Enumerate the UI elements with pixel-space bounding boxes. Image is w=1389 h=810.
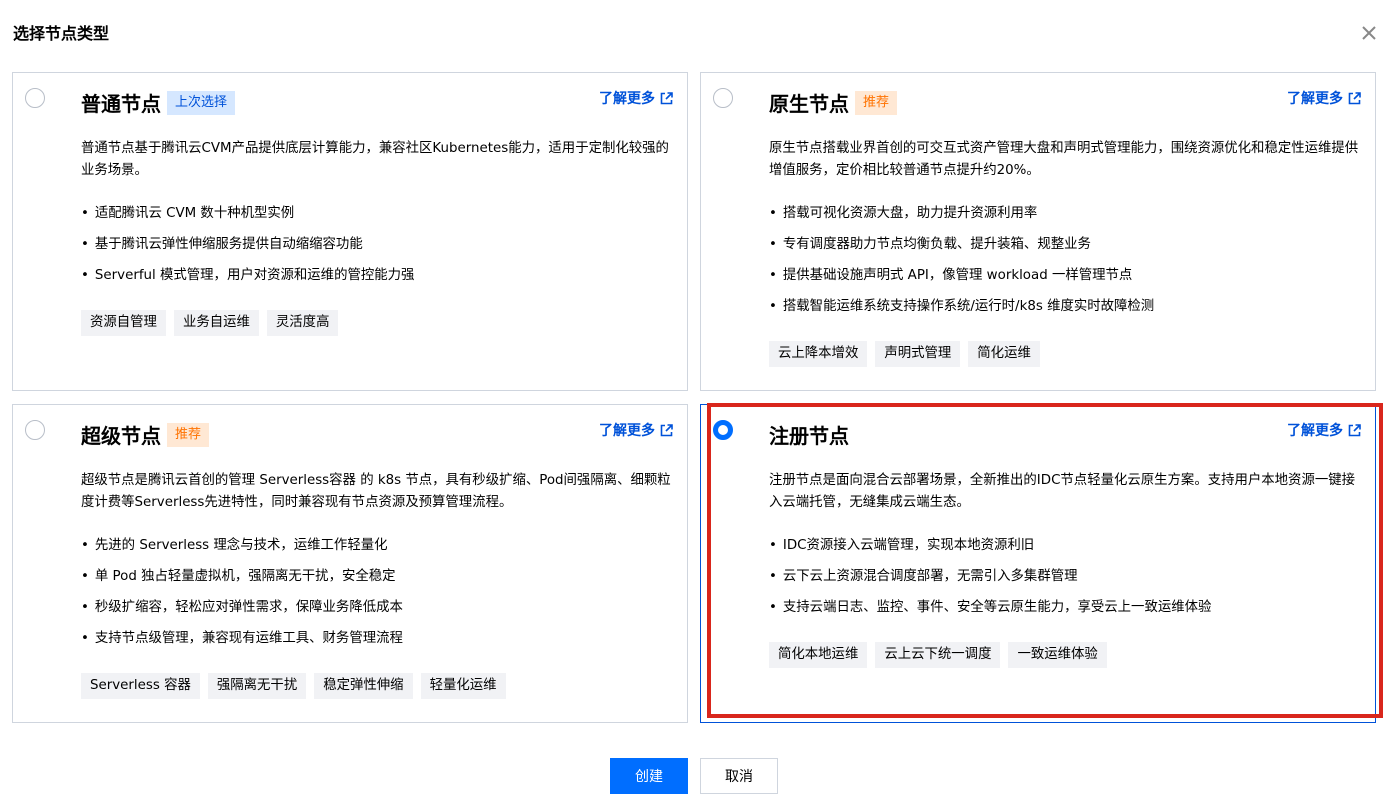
learn-more-label: 了解更多 <box>599 423 655 439</box>
learn-more-label: 了解更多 <box>599 91 655 107</box>
radio-normal[interactable] <box>25 88 45 108</box>
card-title: 普通节点 <box>81 92 161 116</box>
radio-super[interactable] <box>25 420 45 440</box>
cancel-button[interactable]: 取消 <box>700 758 778 794</box>
card-title: 注册节点 <box>769 424 849 448</box>
node-type-card-registered[interactable]: 注册节点 了解更多 注册节点是面向混合云部署场景，全新推出的IDC节点轻量化云原… <box>700 404 1376 723</box>
feature-tag: 简化运维 <box>968 341 1040 367</box>
last-selected-badge: 上次选择 <box>167 90 236 115</box>
feature-tag: 云上降本增效 <box>769 341 868 367</box>
feature-bullet: 单 Pod 独占轻量虚拟机，强隔离无干扰，安全稳定 <box>81 561 675 592</box>
learn-more-link[interactable]: 了解更多 <box>599 420 673 440</box>
feature-bullet: 搭载智能运维系统支持操作系统/运行时/k8s 维度实时故障检测 <box>769 291 1363 322</box>
external-link-icon <box>660 423 673 436</box>
create-button[interactable]: 创建 <box>610 758 688 794</box>
feature-tag: 声明式管理 <box>875 341 961 367</box>
learn-more-link[interactable]: 了解更多 <box>1287 88 1361 108</box>
feature-tag: Serverless 容器 <box>81 673 200 699</box>
card-description: 超级节点是腾讯云首创的管理 Serverless容器 的 k8s 节点，具有秒级… <box>81 473 671 510</box>
learn-more-link[interactable]: 了解更多 <box>1287 420 1361 440</box>
feature-bullet: 支持节点级管理，兼容现有运维工具、财务管理流程 <box>81 623 675 654</box>
learn-more-label: 了解更多 <box>1287 423 1343 439</box>
feature-bullet: 适配腾讯云 CVM 数十种机型实例 <box>81 198 675 229</box>
feature-bullet: IDC资源接入云端管理，实现本地资源利旧 <box>769 530 1363 561</box>
feature-bullet: 先进的 Serverless 理念与技术，运维工作轻量化 <box>81 530 675 561</box>
card-description: 原生节点搭载业界首创的可交互式资产管理大盘和声明式管理能力，围绕资源优化和稳定性… <box>769 141 1359 178</box>
feature-tag: 强隔离无干扰 <box>207 673 307 699</box>
radio-registered[interactable] <box>713 420 733 440</box>
feature-tag: 简化本地运维 <box>769 642 868 668</box>
external-link-icon <box>660 91 673 104</box>
learn-more-label: 了解更多 <box>1287 91 1343 107</box>
card-description: 注册节点是面向混合云部署场景，全新推出的IDC节点轻量化云原生方案。支持用户本地… <box>769 473 1356 510</box>
card-title: 超级节点 <box>81 424 161 448</box>
feature-tag: 业务自运维 <box>173 310 259 336</box>
feature-bullet: 搭载可视化资源大盘，助力提升资源利用率 <box>769 198 1363 229</box>
close-icon[interactable] <box>1358 22 1380 44</box>
feature-bullet: 支持云端日志、监控、事件、安全等云原生能力，享受云上一致运维体验 <box>769 592 1363 623</box>
dialog-title: 选择节点类型 <box>13 24 110 43</box>
feature-tag: 一致运维体验 <box>1008 642 1107 668</box>
card-title: 原生节点 <box>769 92 849 116</box>
feature-tag: 稳定弹性伸缩 <box>314 673 413 699</box>
recommended-badge: 推荐 <box>167 422 210 447</box>
radio-native[interactable] <box>713 88 733 108</box>
node-type-card-normal[interactable]: 普通节点 上次选择 了解更多 普通节点基于腾讯云CVM产品提供底层计算能力，兼容… <box>12 72 688 391</box>
feature-tag: 灵活度高 <box>266 310 339 336</box>
external-link-icon <box>1348 423 1361 436</box>
feature-tag: 云上云下统一调度 <box>875 642 1001 668</box>
feature-bullet: 基于腾讯云弹性伸缩服务提供自动缩缩容功能 <box>81 229 675 260</box>
feature-tag: 资源自管理 <box>81 310 166 336</box>
node-type-card-native[interactable]: 原生节点 推荐 了解更多 原生节点搭载业界首创的可交互式资产管理大盘和声明式管理… <box>700 72 1376 391</box>
feature-bullet: 云下云上资源混合调度部署，无需引入多集群管理 <box>769 561 1363 592</box>
card-description: 普通节点基于腾讯云CVM产品提供底层计算能力，兼容社区Kubernetes能力，… <box>81 141 669 178</box>
feature-tag: 轻量化运维 <box>420 673 506 699</box>
recommended-badge: 推荐 <box>855 90 898 115</box>
feature-bullet: 提供基础设施声明式 API，像管理 workload 一样管理节点 <box>769 260 1363 291</box>
feature-bullet: 专有调度器助力节点均衡负载、提升装箱、规整业务 <box>769 229 1363 260</box>
feature-bullet: Serverful 模式管理，用户对资源和运维的管控能力强 <box>81 260 675 291</box>
external-link-icon <box>1348 91 1361 104</box>
learn-more-link[interactable]: 了解更多 <box>599 88 673 108</box>
node-type-card-super[interactable]: 超级节点 推荐 了解更多 超级节点是腾讯云首创的管理 Serverless容器 … <box>12 404 688 723</box>
feature-bullet: 秒级扩缩容，轻松应对弹性需求，保障业务降低成本 <box>81 592 675 623</box>
